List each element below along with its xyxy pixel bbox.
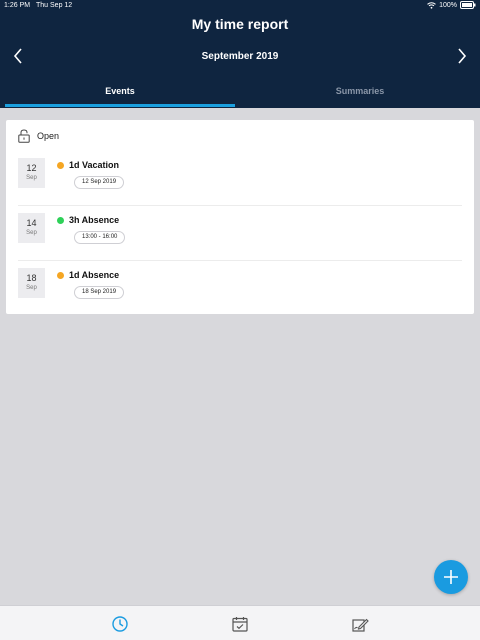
clock-icon [112, 616, 128, 632]
month-label: September 2019 [201, 51, 279, 62]
event-item[interactable]: 14 Sep 3h Absence 13:00 - 16:00 [18, 207, 462, 261]
event-title: 1d Absence [69, 270, 120, 280]
event-detail-chip: 18 Sep 2019 [74, 286, 125, 299]
event-month: Sep [26, 175, 37, 181]
event-item[interactable]: 18 Sep 1d Absence 18 Sep 2019 [18, 262, 462, 316]
event-month: Sep [26, 285, 37, 291]
plus-icon [444, 570, 458, 584]
app-header: 1:26 PM Thu Sep 12 100% My time report S… [0, 0, 480, 108]
status-section-header: Open [18, 128, 59, 144]
status-right: 100% [427, 1, 476, 9]
event-detail-chip: 12 Sep 2019 [74, 176, 125, 189]
unlocked-lock-icon [18, 129, 30, 143]
event-status-dot [57, 217, 64, 224]
status-label: Open [37, 131, 60, 141]
event-status-dot [57, 162, 64, 169]
events-card: Open 12 Sep 1d Vacation 12 Sep 2019 14 S… [6, 120, 474, 314]
status-date: Thu Sep 12 [36, 2, 73, 9]
event-day: 12 [26, 163, 37, 173]
battery-percent: 100% [439, 1, 457, 9]
event-day: 14 [26, 218, 37, 228]
event-title: 3h Absence [69, 215, 120, 225]
event-item[interactable]: 12 Sep 1d Vacation 12 Sep 2019 [18, 152, 462, 206]
battery-icon [460, 1, 476, 9]
event-day: 18 [26, 273, 37, 283]
event-title: 1d Vacation [69, 160, 120, 170]
event-detail-chip: 13:00 - 16:00 [74, 231, 126, 244]
nav-time-report[interactable] [111, 615, 129, 633]
event-date-box: 18 Sep [18, 268, 45, 298]
add-event-button[interactable] [434, 560, 468, 594]
tab-summaries[interactable]: Summaries [240, 80, 480, 108]
page-title: My time report [191, 16, 289, 32]
chevron-right-icon [458, 48, 467, 64]
wifi-icon [427, 1, 436, 9]
status-bar: 1:26 PM Thu Sep 12 100% [0, 0, 480, 12]
nav-calendar[interactable] [231, 615, 249, 633]
bottom-navigation [0, 605, 480, 640]
event-status-dot [57, 272, 64, 279]
next-month-button[interactable] [454, 46, 470, 66]
nav-approvals[interactable] [351, 615, 369, 633]
status-time: 1:26 PM [4, 2, 31, 9]
event-date-box: 12 Sep [18, 158, 45, 188]
active-tab-indicator [5, 104, 235, 107]
event-month: Sep [26, 230, 37, 236]
signature-icon [352, 618, 369, 632]
event-date-box: 14 Sep [18, 213, 45, 243]
calendar-check-icon [232, 617, 248, 632]
